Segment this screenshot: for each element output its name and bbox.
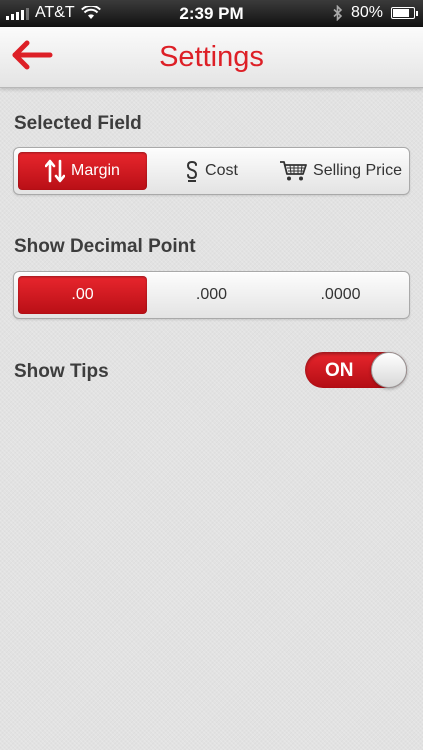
segment-four-decimals[interactable]: .0000 [276,276,405,314]
status-bar: AT&T 2:39 PM 80% [0,0,423,27]
segment-margin[interactable]: Margin [18,152,147,190]
segment-margin-label: Margin [71,162,120,179]
page-title: Settings [159,41,264,73]
show-tips-label: Show Tips [14,361,109,382]
segment-selling-price-label: Selling Price [313,162,402,179]
status-right: 80% [333,4,418,22]
cart-icon [280,161,307,181]
battery-percent: 80% [350,4,383,21]
show-tips-toggle[interactable]: ON [305,352,407,388]
segment-cost-label: Cost [205,162,238,179]
segment-cost[interactable]: Cost [147,152,276,190]
battery-icon [391,7,418,19]
dollar-icon [187,160,198,182]
up-down-arrows-icon [45,159,66,183]
bluetooth-icon [333,5,343,21]
nav-bar: Settings [0,27,423,88]
toggle-state-label: ON [325,360,354,381]
decimal-point-label: Show Decimal Point [14,236,196,257]
selected-field-label: Selected Field [14,113,142,134]
segment-three-decimals[interactable]: .000 [147,276,276,314]
decimal-point-segmented-control: .00 .000 .0000 [13,271,410,319]
segment-selling-price[interactable]: Selling Price [276,152,405,190]
selected-field-segmented-control: Margin Cost Selling Price [13,147,410,195]
segment-two-decimals[interactable]: .00 [18,276,147,314]
toggle-knob [371,352,407,388]
